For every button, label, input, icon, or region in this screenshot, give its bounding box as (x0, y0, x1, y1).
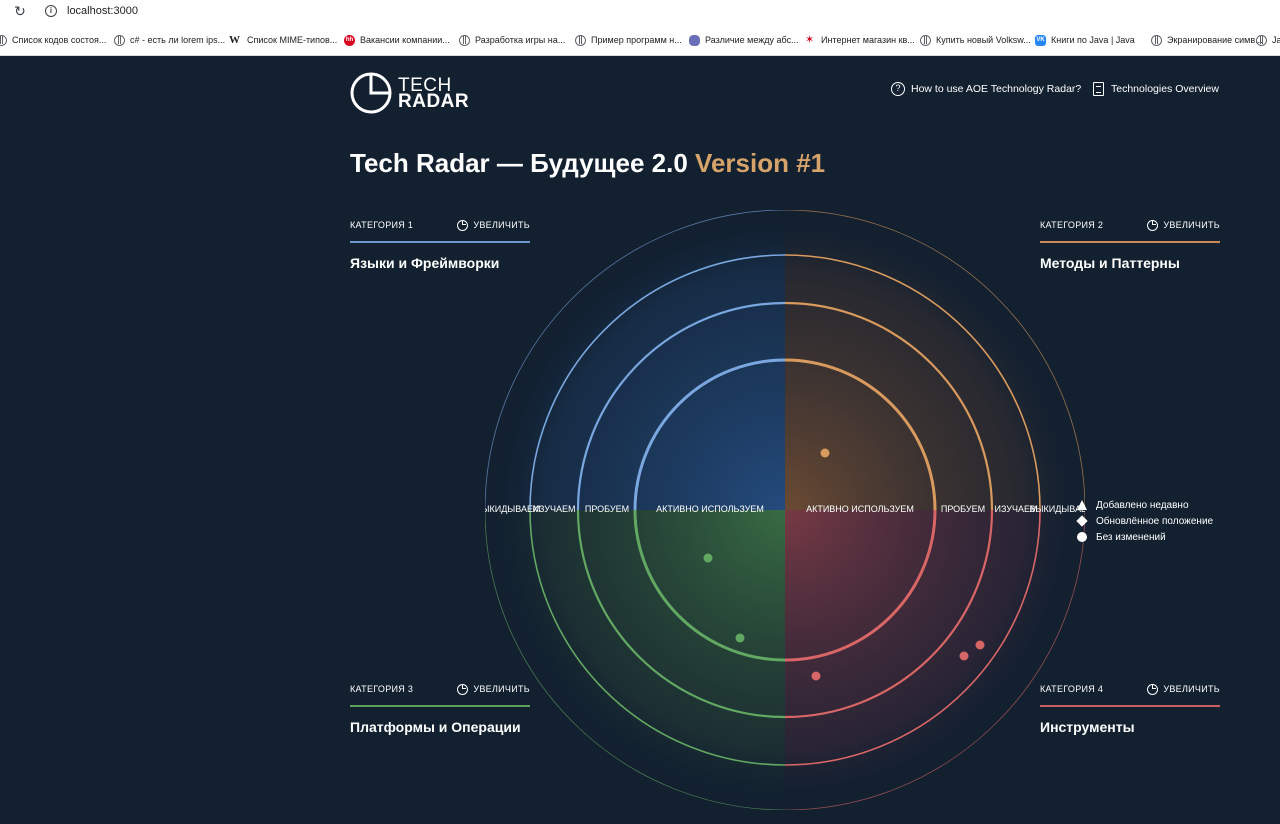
bookmark-item[interactable]: Различие между абс... (689, 33, 799, 47)
snake-icon (689, 34, 700, 46)
circle-icon (1077, 532, 1087, 542)
zoom-label: УВЕЛИЧИТЬ (1163, 684, 1220, 694)
legend-label: Обновлённое положение (1096, 515, 1214, 527)
page-title-version: Version #1 (695, 148, 826, 178)
legend-item-moved: Обновлённое положение (1076, 513, 1213, 529)
bookmark-label: Разработка игры на... (475, 35, 566, 45)
blip[interactable] (811, 671, 821, 681)
bookmark-item[interactable]: Список кодов состоя... (0, 33, 106, 47)
globe-icon (1151, 34, 1162, 46)
bookmark-label: Список MIME-типов... (247, 35, 338, 45)
bookmark-item[interactable]: Java (1256, 33, 1280, 47)
globe-icon (459, 34, 470, 46)
legend-item-new: Добавлено недавно (1076, 497, 1213, 513)
pie-chart-icon (1147, 219, 1159, 231)
document-icon (1093, 82, 1104, 96)
ring-label: ПРОБУЕМ (941, 504, 985, 514)
vk-icon: VK (1035, 34, 1046, 46)
bookmark-label: Различие между абс... (705, 35, 799, 45)
diamond-icon (1076, 515, 1088, 527)
bookmark-item[interactable]: W Список MIME-типов... (229, 33, 337, 47)
how-to-use-link[interactable]: ? How to use AOE Technology Radar? (891, 80, 1081, 98)
blip[interactable] (959, 651, 969, 661)
pie-chart-icon (1147, 683, 1159, 695)
bookmark-label: Книги по Java | Java (1051, 35, 1135, 45)
bookmark-item[interactable]: Пример программ н... (575, 33, 682, 47)
ring-label: АКТИВНО ИСПОЛЬЗУЕМ (806, 504, 914, 514)
radar-logo-icon (350, 72, 392, 114)
globe-icon (114, 34, 125, 46)
bookmark-label: Экранирование симв... (1167, 35, 1263, 45)
legend: Добавлено недавно Обновлённое положение … (1076, 497, 1213, 545)
zoom-button[interactable]: УВЕЛИЧИТЬ (1147, 219, 1220, 231)
pie-chart-icon (457, 683, 469, 695)
reload-icon[interactable]: ↻ (12, 3, 28, 19)
zoom-label: УВЕЛИЧИТЬ (1163, 220, 1220, 230)
quadrant-3[interactable] (485, 510, 785, 810)
bookmark-item[interactable]: Экранирование симв... (1151, 33, 1263, 47)
technologies-overview-link[interactable]: Technologies Overview (1093, 80, 1219, 98)
globe-icon (575, 34, 586, 46)
category-label: КАТЕГОРИЯ 1 (350, 220, 414, 230)
quadrant-1[interactable] (485, 210, 785, 510)
blip[interactable] (820, 448, 830, 458)
bookmark-label: Купить новый Volksw... (936, 35, 1031, 45)
bookmark-item[interactable]: hh Вакансии компании... (344, 33, 450, 47)
category-label: КАТЕГОРИЯ 3 (350, 684, 414, 694)
blip[interactable] (735, 633, 745, 643)
ring-label: АКТИВНО ИСПОЛЬЗУЕМ (656, 504, 764, 514)
blip[interactable] (975, 640, 985, 650)
bookmarks-bar: Список кодов состоя... c# - есть ли lorem… (0, 24, 1280, 56)
bookmark-label: Java (1272, 35, 1280, 45)
address-bar[interactable]: localhost:3000 (67, 5, 138, 17)
legend-item-unchanged: Без изменений (1076, 529, 1213, 545)
page-title: Tech Radar — Будущее 2.0 Version #1 (350, 148, 825, 179)
zoom-button[interactable]: УВЕЛИЧИТЬ (1147, 683, 1220, 695)
bookmark-item[interactable]: c# - есть ли lorem ips... (114, 33, 225, 47)
browser-toolbar: ↻ i localhost:3000 (0, 0, 1280, 24)
bookmark-label: Список кодов состоя... (12, 35, 107, 45)
bookmark-label: Пример программ н... (591, 35, 682, 45)
hh-icon: hh (344, 34, 355, 46)
bookmark-label: Вакансии компании... (360, 35, 450, 45)
logo-text-radar: RADAR (398, 91, 470, 112)
site-info-icon[interactable]: i (45, 5, 57, 17)
wiki-icon: W (229, 33, 240, 46)
quadrant-2[interactable] (785, 210, 1085, 510)
bookmark-item[interactable]: Купить новый Volksw... (920, 33, 1031, 47)
legend-label: Без изменений (1096, 531, 1166, 543)
globe-icon (1256, 34, 1267, 46)
tech-radar-logo[interactable]: TECH RADAR (350, 70, 470, 116)
page-title-main: Tech Radar — Будущее 2.0 (350, 148, 688, 178)
flame-icon: ✶ (805, 33, 815, 46)
technologies-overview-label: Technologies Overview (1111, 83, 1219, 95)
globe-icon (0, 34, 7, 46)
ring-label: ПРОБУЕМ (585, 504, 629, 514)
how-to-use-label: How to use AOE Technology Radar? (911, 83, 1082, 95)
ring-label: ВЫКИДЫВАЕМ (485, 504, 540, 514)
bookmark-item[interactable]: VK Книги по Java | Java (1035, 33, 1135, 47)
bookmark-item[interactable]: Разработка игры на... (459, 33, 565, 47)
pie-chart-icon (457, 219, 469, 231)
question-icon: ? (891, 82, 905, 96)
blip[interactable] (703, 553, 713, 563)
quadrant-4[interactable] (785, 510, 1085, 810)
triangle-icon (1077, 500, 1087, 510)
radar-chart[interactable]: АКТИВНО ИСПОЛЬЗУЕМ АКТИВНО ИСПОЛЬЗУЕМ ПРОБ… (485, 210, 1085, 810)
globe-icon (920, 34, 931, 46)
bookmark-item[interactable]: ✶ Интернет магазин кв... (805, 33, 915, 47)
legend-label: Добавлено недавно (1096, 499, 1189, 511)
bookmark-label: c# - есть ли lorem ips... (130, 35, 226, 45)
bookmark-label: Интернет магазин кв... (821, 35, 915, 45)
